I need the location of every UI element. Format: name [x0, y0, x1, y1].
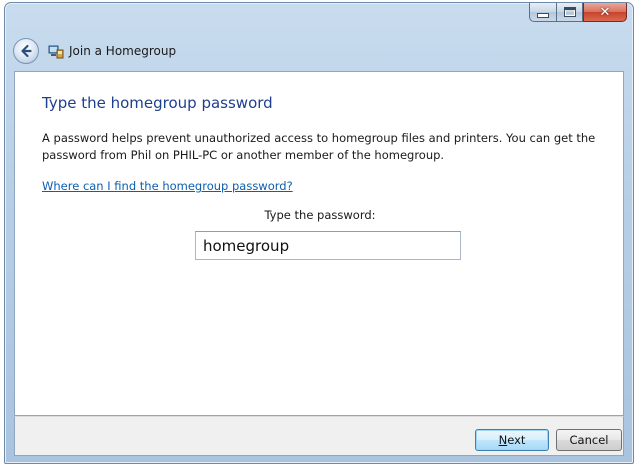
description-text: A password helps prevent unauthorized ac…: [42, 131, 596, 162]
title-bar: Join a Homegroup: [13, 37, 176, 65]
page-heading: Type the homegroup password: [42, 94, 273, 112]
back-button[interactable]: [13, 38, 39, 64]
window-title: Join a Homegroup: [69, 44, 177, 58]
maximize-button[interactable]: [556, 3, 583, 22]
password-label: Type the password:: [264, 208, 376, 222]
next-button[interactable]: Next: [475, 429, 549, 451]
password-input[interactable]: [195, 231, 461, 260]
homegroup-icon: [48, 44, 64, 59]
help-link[interactable]: Where can I find the homegroup password?: [42, 179, 293, 193]
button-bar: Next Cancel: [14, 416, 624, 456]
dialog-window: ✕ Join a Homegroup Type the homegroup pa…: [4, 2, 634, 464]
next-button-label: ext: [507, 433, 526, 447]
next-button-accelerator: N: [498, 433, 508, 447]
close-icon: ✕: [599, 4, 611, 20]
minimize-button[interactable]: [529, 3, 556, 22]
back-arrow-icon: [21, 44, 32, 58]
close-button[interactable]: ✕: [583, 3, 627, 22]
content-panel: Type the homegroup password A password h…: [14, 71, 624, 416]
maximize-icon: [563, 7, 576, 17]
cancel-button[interactable]: Cancel: [556, 429, 622, 451]
caption-buttons: ✕: [529, 3, 627, 22]
minimize-icon: [537, 12, 549, 18]
